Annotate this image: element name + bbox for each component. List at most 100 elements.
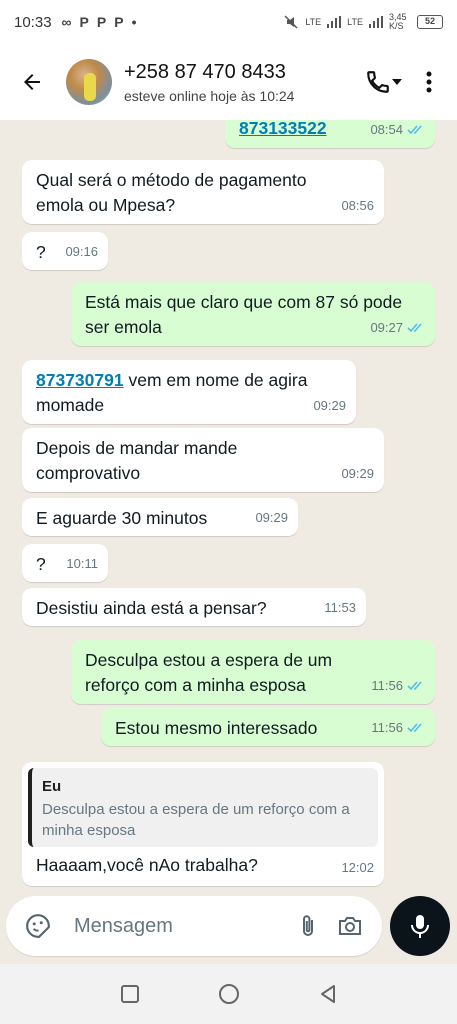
triangle-back-icon xyxy=(320,985,335,1003)
message-meta: 09:29 xyxy=(341,461,374,486)
message-time: 10:11 xyxy=(66,556,98,571)
circle-icon xyxy=(218,984,239,1004)
phone-icon xyxy=(367,71,389,93)
network-type: LTE xyxy=(305,17,322,27)
message-text: Qual será o método de pagamento emola ou… xyxy=(36,170,307,215)
message-bubble[interactable]: Estou mesmo interessado 11:56 xyxy=(101,708,435,746)
quoted-text: Desculpa estou a espera de um reforço co… xyxy=(42,801,350,839)
double-check-icon xyxy=(407,322,422,332)
app-p-icon: P xyxy=(114,14,124,30)
message-meta: 11:53 xyxy=(324,595,356,620)
double-check-icon xyxy=(407,124,422,134)
message-meta: 11:56 xyxy=(371,673,425,698)
message-time: 09:29 xyxy=(255,510,288,525)
phone-link[interactable]: 873730791 xyxy=(36,370,124,390)
signal-icon xyxy=(369,16,383,28)
message-text: 873730791 vem em nome de agira momade xyxy=(36,368,336,418)
status-bar: 10:33 ∞ P P P • LTE LTE 3,45 K/S 52 xyxy=(0,0,457,44)
mute-icon xyxy=(284,15,298,29)
message-meta: 11:56 xyxy=(371,715,425,740)
recent-apps-button[interactable] xyxy=(110,974,150,1014)
message-text: Desculpa estou a espera de um reforço co… xyxy=(85,650,333,695)
message-input[interactable]: Mensagem xyxy=(74,915,284,938)
attach-button[interactable] xyxy=(290,908,326,944)
message-input-bar: Mensagem xyxy=(6,896,382,956)
system-back-button[interactable] xyxy=(308,974,348,1014)
voice-call-button[interactable] xyxy=(359,62,409,102)
message-bubble[interactable]: Eu Desculpa estou a espera de um reforço… xyxy=(22,762,384,886)
message-meta: 10:11 xyxy=(66,551,98,576)
avatar[interactable] xyxy=(66,59,112,105)
contact-name: +258 87 470 8433 xyxy=(124,60,286,83)
last-seen: esteve online hoje às 10:24 xyxy=(124,87,295,104)
quoted-message[interactable]: Eu Desculpa estou a espera de um reforço… xyxy=(28,768,378,847)
message-time: 11:53 xyxy=(324,600,356,615)
status-right: LTE LTE 3,45 K/S 52 xyxy=(283,13,443,31)
camera-button[interactable] xyxy=(332,908,368,944)
network-type: LTE xyxy=(347,17,363,27)
voice-message-button[interactable] xyxy=(390,896,450,956)
signal-icon xyxy=(327,16,342,28)
app-p-icon: P xyxy=(96,14,107,30)
double-check-icon xyxy=(407,680,422,690)
message-bubble[interactable]: 873730791 vem em nome de agira momade 09… xyxy=(22,360,356,424)
message-meta: 09:29 xyxy=(313,393,346,418)
notification-icons: ∞ P P P • xyxy=(62,14,137,30)
arrow-left-icon xyxy=(24,74,40,90)
message-text: Está mais que claro que com 87 só pode s… xyxy=(85,292,403,337)
more-options-button[interactable] xyxy=(413,62,445,102)
message-text: Depois de mandar mande comprovativo xyxy=(36,438,238,483)
status-time: 10:33 xyxy=(14,13,52,31)
battery-icon: 52 xyxy=(417,15,443,29)
message-bubble[interactable]: Desistiu ainda está a pensar? 11:53 xyxy=(22,588,366,626)
square-icon xyxy=(120,985,139,1003)
infinity-icon: ∞ xyxy=(61,14,72,30)
message-bubble[interactable]: Depois de mandar mande comprovativo 09:2… xyxy=(22,428,384,492)
message-text: Desistiu ainda está a pensar? xyxy=(36,598,267,618)
message-meta: 12:02 xyxy=(341,855,374,880)
microphone-icon xyxy=(411,915,429,938)
camera-icon xyxy=(339,917,361,935)
message-bubble[interactable]: ? 09:16 xyxy=(22,232,108,270)
message-time: 11:56 xyxy=(371,720,403,735)
message-bubble[interactable]: ? 10:11 xyxy=(22,544,108,582)
back-button[interactable] xyxy=(10,60,54,104)
message-meta: 08:56 xyxy=(341,193,374,218)
message-time: 09:29 xyxy=(341,466,374,481)
message-time: 09:16 xyxy=(65,244,98,259)
caret-down-icon xyxy=(392,79,402,85)
message-bubble[interactable]: Está mais que claro que com 87 só pode s… xyxy=(71,282,435,346)
emoji-button[interactable] xyxy=(20,908,56,944)
message-meta: 08:54 xyxy=(370,120,425,142)
contact-info[interactable]: +258 87 470 8433 esteve online hoje às 1… xyxy=(124,61,359,104)
message-text: Haaaam,você nAo trabalha? xyxy=(36,855,258,875)
quoted-author: Eu xyxy=(42,778,62,795)
message-meta: 09:16 xyxy=(65,239,98,264)
chat-header: +258 87 470 8433 esteve online hoje às 1… xyxy=(0,44,457,120)
message-time: 08:54 xyxy=(370,122,403,137)
more-vertical-icon xyxy=(426,71,432,93)
message-bubble[interactable]: Qual será o método de pagamento emola ou… xyxy=(22,160,384,224)
message-meta: 09:29 xyxy=(255,505,288,530)
message-list[interactable]: 873133522 08:54 Qual será o método de pa… xyxy=(0,120,457,900)
message-time: 12:02 xyxy=(341,860,374,875)
message-bubble[interactable]: 873133522 08:54 xyxy=(225,120,435,148)
paperclip-icon xyxy=(303,915,313,936)
data-speed: 3,45 K/S xyxy=(389,12,407,31)
message-time: 09:29 xyxy=(313,398,346,413)
home-button[interactable] xyxy=(209,974,249,1014)
sticker-icon xyxy=(26,914,50,938)
message-time: 08:56 xyxy=(341,198,374,213)
message-meta: 09:27 xyxy=(370,315,425,340)
double-check-icon xyxy=(407,722,422,732)
system-nav-bar xyxy=(0,964,457,1024)
message-time: 09:27 xyxy=(370,320,403,335)
dot-icon: • xyxy=(131,14,137,30)
header-actions xyxy=(359,62,445,102)
phone-link[interactable]: 873133522 xyxy=(239,120,327,141)
message-bubble[interactable]: E aguarde 30 minutos 09:29 xyxy=(22,498,298,536)
app-p-icon: P xyxy=(79,14,89,30)
message-bubble[interactable]: Desculpa estou a espera de um reforço co… xyxy=(71,640,435,704)
message-time: 11:56 xyxy=(371,678,403,693)
message-text: E aguarde 30 minutos xyxy=(36,508,208,528)
